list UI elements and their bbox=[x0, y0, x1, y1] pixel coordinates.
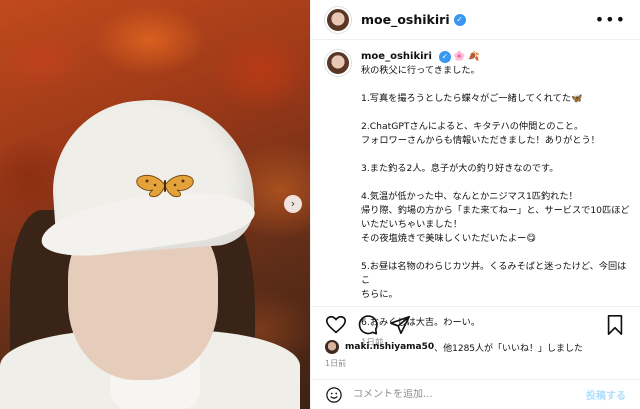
caption-line: ちらに。 bbox=[361, 289, 398, 300]
caption-line: 秋の秩父に行ってきました。 bbox=[361, 65, 480, 76]
instagram-post-dialog: › moe_oshikiri ✓ ••• moe_oshikiri ✓ 🌸 🍂 … bbox=[0, 0, 640, 409]
caption-line: 2.ChatGPTさんによると、キタテハの仲間とのこと。 bbox=[361, 121, 584, 132]
comment-icon[interactable] bbox=[357, 314, 379, 336]
caption-line: 1.写真を撮ろうとしたら蝶々がご一緒してくれてた🦋 bbox=[361, 93, 583, 104]
heart-icon[interactable] bbox=[325, 314, 347, 336]
post-date: 1日前 bbox=[325, 359, 347, 368]
post-header: moe_oshikiri ✓ ••• bbox=[311, 0, 640, 40]
avatar bbox=[325, 340, 339, 354]
caption-line: 4.気温が低かった中、なんとかニジマス1匹釣れた！ bbox=[361, 191, 578, 202]
caption-line bbox=[361, 246, 630, 260]
caption-body: moe_oshikiri ✓ 🌸 🍂 秋の秩父に行ってきました。 1.写真を撮ろう… bbox=[361, 50, 630, 348]
share-icon[interactable] bbox=[389, 314, 411, 336]
caption-line bbox=[361, 148, 630, 162]
comment-input[interactable] bbox=[353, 389, 578, 400]
action-bar bbox=[325, 313, 626, 337]
likes-summary[interactable]: maki.nshiyama50 、他1285人が「いいね！」しました bbox=[325, 340, 583, 354]
caption-line: 5.お昼は名物のわらじカツ丼。くるみそばと迷ったけど、今回はこ bbox=[361, 261, 627, 286]
post-comment-button[interactable]: 投稿する bbox=[586, 387, 626, 402]
butterfly-icon bbox=[136, 174, 194, 197]
emoji-icon[interactable] bbox=[325, 386, 343, 404]
chevron-right-icon[interactable]: › bbox=[284, 195, 302, 213]
post-side-panel: moe_oshikiri ✓ ••• moe_oshikiri ✓ 🌸 🍂 秋の… bbox=[310, 0, 640, 409]
bookmark-icon[interactable] bbox=[604, 314, 626, 336]
caption-avatar[interactable] bbox=[325, 50, 351, 76]
likes-user[interactable]: maki.nshiyama50 bbox=[345, 342, 434, 352]
caption-text: 秋の秩父に行ってきました。 1.写真を撮ろうとしたら蝶々がご一緒してくれてた🦋 2.… bbox=[361, 64, 630, 330]
post-photo[interactable]: › bbox=[0, 0, 310, 409]
comment-bar: 投稿する bbox=[311, 379, 640, 409]
caption-emoji: 🌸 🍂 bbox=[453, 51, 480, 62]
caption-line: いただいちゃいました！ bbox=[361, 219, 463, 230]
caption-line bbox=[361, 176, 630, 190]
avatar[interactable] bbox=[325, 6, 351, 33]
divider bbox=[311, 306, 640, 307]
post-caption: moe_oshikiri ✓ 🌸 🍂 秋の秩父に行ってきました。 1.写真を撮ろう… bbox=[325, 50, 630, 348]
username-link[interactable]: moe_oshikiri bbox=[361, 12, 450, 27]
verified-badge-icon: ✓ bbox=[453, 13, 466, 26]
caption-line: 3.また釣る2人。息子が大の釣り好きなのです。 bbox=[361, 163, 559, 174]
more-options-icon[interactable]: ••• bbox=[595, 10, 626, 29]
caption-line: その夜塩焼きで美味しくいただいたよー😋 bbox=[361, 233, 536, 244]
likes-rest: 、他1285人が「いいね！」しました bbox=[434, 343, 584, 354]
caption-line bbox=[361, 78, 630, 92]
caption-username[interactable]: moe_oshikiri bbox=[361, 51, 432, 62]
caption-line bbox=[361, 106, 630, 120]
caption-line: 帰り際、釣場の方から「また来てねー」と、サービスで10匹ほど bbox=[361, 205, 630, 216]
verified-badge-icon: ✓ bbox=[438, 51, 451, 63]
caption-line: フォロワーさんからも情報いただきました！ありがとう！ bbox=[361, 135, 600, 146]
